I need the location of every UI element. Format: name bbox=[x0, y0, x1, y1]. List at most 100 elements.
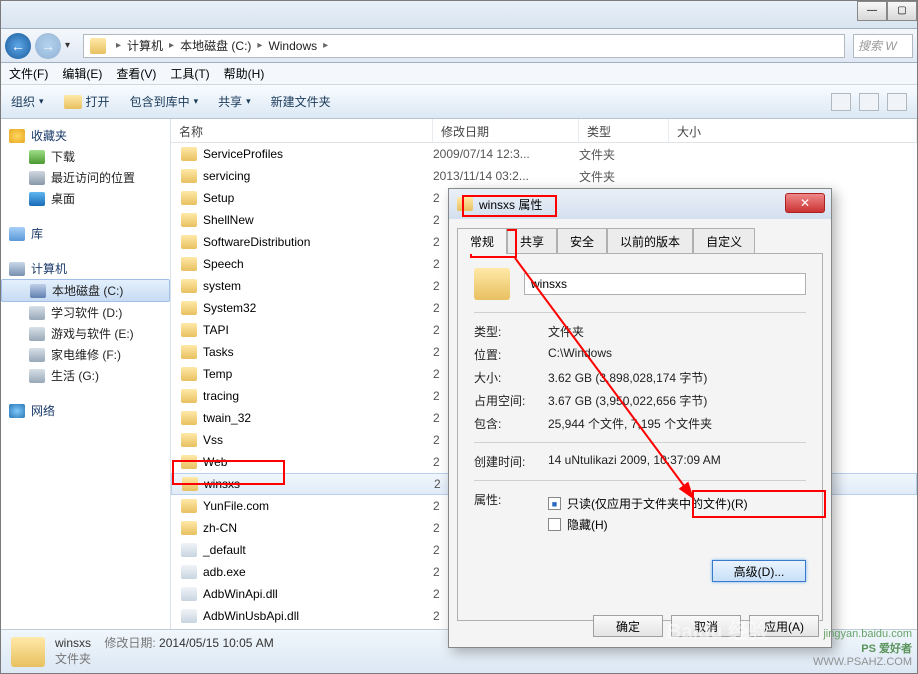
value-ondisk: 3.67 GB (3,950,022,656 字节) bbox=[548, 392, 806, 409]
file-name: ShellNew bbox=[203, 213, 254, 227]
sidebar-libraries[interactable]: 库 bbox=[1, 223, 170, 244]
file-name: AdbWinApi.dll bbox=[203, 587, 278, 601]
sidebar-recent[interactable]: 最近访问的位置 bbox=[1, 167, 170, 188]
folder-icon bbox=[181, 147, 197, 161]
max-button[interactable]: ▢ bbox=[887, 1, 917, 21]
crumb-c-drive[interactable]: 本地磁盘 (C:) bbox=[180, 37, 251, 54]
value-type: 文件夹 bbox=[548, 323, 806, 340]
value-created: 14 uNtulikazi 2009, 10:37:09 AM bbox=[548, 453, 806, 470]
file-date: 2013/11/14 03:2... bbox=[433, 169, 579, 183]
sidebar-downloads[interactable]: 下载 bbox=[1, 146, 170, 167]
folder-icon bbox=[11, 637, 45, 667]
file-date: 2009/07/14 12:3... bbox=[433, 147, 579, 161]
folder-icon bbox=[181, 213, 197, 227]
file-icon bbox=[181, 565, 197, 579]
tab-share[interactable]: 共享 bbox=[507, 228, 557, 254]
tab-previous[interactable]: 以前的版本 bbox=[607, 228, 693, 254]
file-name: System32 bbox=[203, 301, 256, 315]
include-button[interactable]: 包含到库中 bbox=[130, 93, 199, 110]
status-name: winsxs bbox=[55, 636, 91, 650]
attr-hidden-label: 隐藏(H) bbox=[567, 516, 608, 533]
file-name: Vss bbox=[203, 433, 223, 447]
folder-icon bbox=[181, 345, 197, 359]
min-button[interactable]: — bbox=[857, 1, 887, 21]
file-name: _default bbox=[203, 543, 246, 557]
sidebar-favorites[interactable]: 收藏夹 bbox=[1, 125, 170, 146]
folder-icon bbox=[474, 268, 510, 300]
desktop-icon bbox=[29, 192, 45, 206]
file-icon bbox=[181, 543, 197, 557]
watermark-baidu: Baidu 经验 bbox=[667, 615, 768, 644]
advanced-button[interactable]: 高级(D)... bbox=[712, 560, 806, 582]
search-input[interactable]: 搜索 W bbox=[853, 34, 913, 58]
ok-button[interactable]: 确定 bbox=[593, 615, 663, 637]
open-button[interactable]: 打开 bbox=[64, 93, 110, 110]
sidebar-drive-f[interactable]: 家电维修 (F:) bbox=[1, 344, 170, 365]
file-row[interactable]: servicing2013/11/14 03:2...文件夹 bbox=[171, 165, 917, 187]
col-type[interactable]: 类型 bbox=[579, 119, 669, 142]
drive-icon bbox=[30, 284, 46, 298]
crumb-computer[interactable]: 计算机 bbox=[127, 37, 163, 54]
sidebar-drive-e[interactable]: 游戏与软件 (E:) bbox=[1, 323, 170, 344]
sidebar-drive-c[interactable]: 本地磁盘 (C:) bbox=[1, 279, 170, 302]
col-date[interactable]: 修改日期 bbox=[433, 119, 579, 142]
folder-icon bbox=[181, 191, 197, 205]
menu-help[interactable]: 帮助(H) bbox=[224, 65, 265, 82]
sidebar-network[interactable]: 网络 bbox=[1, 400, 170, 421]
computer-icon bbox=[9, 262, 25, 276]
titlebar: — ▢ bbox=[1, 1, 917, 29]
help-icon[interactable] bbox=[887, 93, 907, 111]
file-row[interactable]: ServiceProfiles2009/07/14 12:3...文件夹 bbox=[171, 143, 917, 165]
drive-icon bbox=[29, 369, 45, 383]
tab-general[interactable]: 常规 bbox=[457, 228, 507, 254]
file-type: 文件夹 bbox=[579, 168, 669, 185]
navbar: ← → ▾ ▸ 计算机 ▸ 本地磁盘 (C:) ▸ Windows ▸ 搜索 W bbox=[1, 29, 917, 63]
folder-name-input[interactable] bbox=[524, 273, 806, 295]
folder-icon bbox=[181, 455, 197, 469]
preview-pane-icon[interactable] bbox=[859, 93, 879, 111]
tab-custom[interactable]: 自定义 bbox=[693, 228, 755, 254]
folder-icon bbox=[182, 477, 198, 491]
breadcrumb[interactable]: ▸ 计算机 ▸ 本地磁盘 (C:) ▸ Windows ▸ bbox=[83, 34, 845, 58]
folder-icon bbox=[181, 499, 197, 513]
folder-icon bbox=[181, 521, 197, 535]
file-name: SoftwareDistribution bbox=[203, 235, 310, 249]
view-options-icon[interactable] bbox=[831, 93, 851, 111]
label-size: 大小: bbox=[474, 369, 548, 386]
sidebar-computer[interactable]: 计算机 bbox=[1, 258, 170, 279]
file-name: zh-CN bbox=[203, 521, 237, 535]
checkbox-readonly[interactable] bbox=[548, 497, 561, 510]
newfolder-button[interactable]: 新建文件夹 bbox=[271, 93, 331, 110]
col-size[interactable]: 大小 bbox=[669, 119, 917, 142]
back-button[interactable]: ← bbox=[5, 33, 31, 59]
organize-button[interactable]: 组织 bbox=[11, 93, 44, 110]
close-button[interactable]: ✕ bbox=[785, 193, 825, 213]
file-name: YunFile.com bbox=[203, 499, 269, 513]
sidebar-drive-d[interactable]: 学习软件 (D:) bbox=[1, 302, 170, 323]
sidebar-desktop[interactable]: 桌面 bbox=[1, 188, 170, 209]
forward-button[interactable]: → bbox=[35, 33, 61, 59]
crumb-windows[interactable]: Windows bbox=[268, 39, 317, 53]
download-icon bbox=[29, 150, 45, 164]
star-icon bbox=[9, 129, 25, 143]
folder-icon bbox=[181, 279, 197, 293]
nav-history-dropdown[interactable]: ▾ bbox=[65, 40, 79, 51]
status-date: 2014/05/15 10:05 AM bbox=[159, 636, 274, 650]
label-contains: 包含: bbox=[474, 415, 548, 432]
menu-view[interactable]: 查看(V) bbox=[116, 65, 156, 82]
menu-file[interactable]: 文件(F) bbox=[9, 65, 48, 82]
menu-tools[interactable]: 工具(T) bbox=[170, 65, 209, 82]
tab-security[interactable]: 安全 bbox=[557, 228, 607, 254]
label-attrs: 属性: bbox=[474, 491, 548, 537]
folder-icon bbox=[181, 367, 197, 381]
folder-icon bbox=[181, 389, 197, 403]
checkbox-hidden[interactable] bbox=[548, 518, 561, 531]
menu-edit[interactable]: 编辑(E) bbox=[62, 65, 102, 82]
folder-icon bbox=[181, 235, 197, 249]
sidebar-drive-g[interactable]: 生活 (G:) bbox=[1, 365, 170, 386]
col-name[interactable]: 名称 bbox=[171, 119, 433, 142]
file-name: Tasks bbox=[203, 345, 234, 359]
share-button[interactable]: 共享 bbox=[218, 93, 251, 110]
tabs: 常规 共享 安全 以前的版本 自定义 bbox=[449, 219, 831, 253]
properties-titlebar[interactable]: winsxs 属性 ✕ bbox=[449, 189, 831, 219]
